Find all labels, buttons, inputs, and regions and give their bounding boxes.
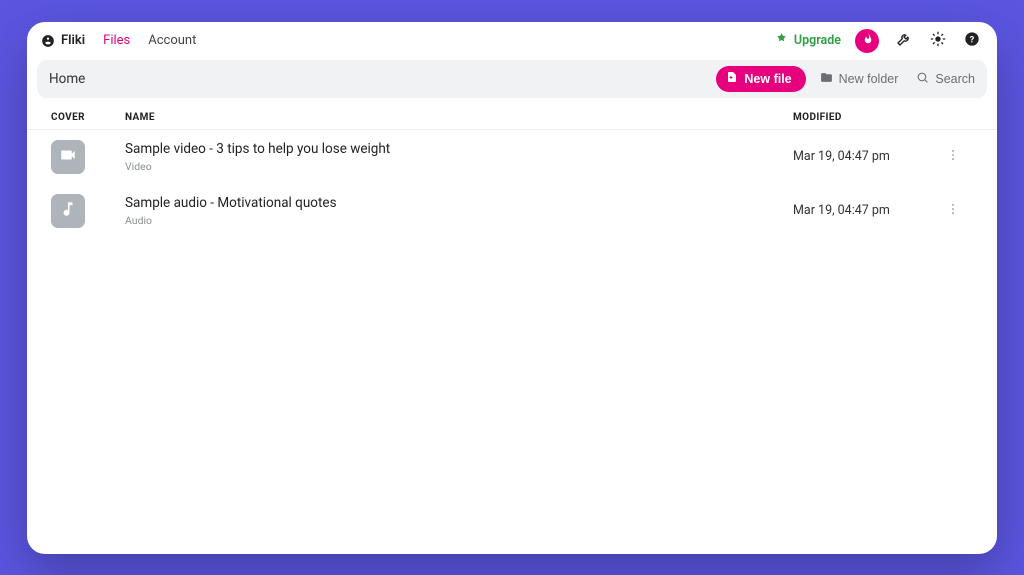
toolbar-wrap: Home New file New folder Search <box>27 60 997 104</box>
theme-toggle[interactable] <box>927 30 949 52</box>
table-header: COVER NAME MODIFIED <box>27 104 997 130</box>
sun-icon <box>930 31 946 51</box>
file-row[interactable]: Sample video - 3 tips to help you lose w… <box>27 130 997 184</box>
brand-label: Fliki <box>61 33 85 48</box>
help-icon: ? <box>964 31 980 51</box>
search-icon <box>916 71 929 87</box>
avatar[interactable] <box>855 29 879 53</box>
file-modified: Mar 19, 04:47 pm <box>793 149 943 164</box>
cover-tile <box>51 140 85 174</box>
nav-account[interactable]: Account <box>148 33 196 48</box>
file-modified: Mar 19, 04:47 pm <box>793 203 943 218</box>
upgrade-button[interactable]: Upgrade <box>775 32 841 49</box>
search-button[interactable]: Search <box>916 71 975 87</box>
col-modified-header: MODIFIED <box>793 112 943 123</box>
more-vertical-icon <box>946 201 960 220</box>
help-button[interactable]: ? <box>961 30 983 52</box>
toolbar: Home New file New folder Search <box>37 60 987 98</box>
app-window: Fliki Files Account Upgrade <box>27 22 997 554</box>
file-type: Audio <box>125 214 793 227</box>
brand-icon <box>41 34 55 48</box>
breadcrumb[interactable]: Home <box>49 71 85 87</box>
search-label: Search <box>935 72 975 86</box>
new-file-label: New file <box>744 72 791 86</box>
col-cover-header: COVER <box>51 112 125 123</box>
new-folder-label: New folder <box>839 72 899 86</box>
col-name-header: NAME <box>125 112 793 123</box>
flame-icon <box>861 32 874 49</box>
row-menu-button[interactable] <box>943 201 963 221</box>
file-type: Video <box>125 160 793 173</box>
brand[interactable]: Fliki <box>41 33 85 48</box>
svg-text:?: ? <box>970 34 975 45</box>
row-menu-button[interactable] <box>943 147 963 167</box>
tools-button[interactable] <box>893 30 915 52</box>
new-file-icon <box>726 71 738 86</box>
file-name: Sample video - 3 tips to help you lose w… <box>125 141 793 157</box>
file-name: Sample audio - Motivational quotes <box>125 195 793 211</box>
more-vertical-icon <box>946 147 960 166</box>
new-file-button[interactable]: New file <box>716 66 805 92</box>
audio-icon <box>59 200 77 222</box>
file-row[interactable]: Sample audio - Motivational quotes Audio… <box>27 184 997 238</box>
cover-tile <box>51 194 85 228</box>
tools-icon <box>896 31 912 51</box>
top-nav: Fliki Files Account Upgrade <box>27 22 997 60</box>
video-icon <box>59 146 77 168</box>
folder-icon <box>820 71 833 87</box>
upgrade-label: Upgrade <box>794 33 841 48</box>
upgrade-icon <box>775 32 788 49</box>
nav-files[interactable]: Files <box>103 33 130 48</box>
new-folder-button[interactable]: New folder <box>820 71 899 87</box>
